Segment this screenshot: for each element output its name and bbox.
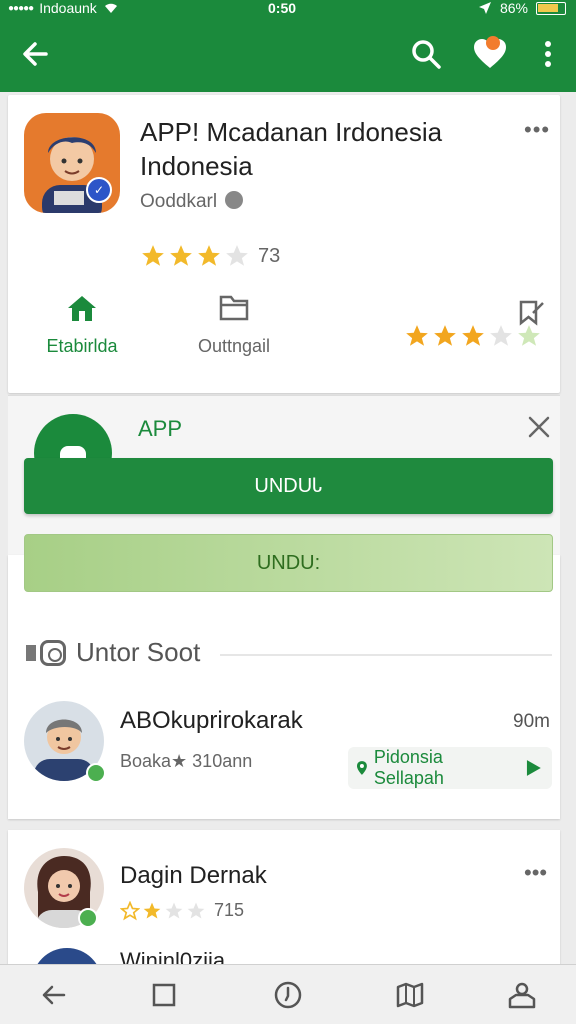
rating-count: 73: [258, 244, 281, 267]
favorite-heart-icon[interactable]: [470, 34, 510, 74]
star-empty-icon: [187, 902, 205, 918]
battery-icon: [536, 1, 566, 15]
user-rating-count: 715: [214, 900, 245, 920]
section-header: Untor Soot: [26, 637, 200, 668]
location-chip[interactable]: Pidonsia Sellapah: [348, 747, 552, 789]
location-pin-icon: [356, 761, 367, 775]
home-icon: [68, 296, 96, 321]
developer-name[interactable]: Ooddkarl: [140, 191, 244, 213]
user-name[interactable]: ABOkuprirokarak: [120, 707, 303, 735]
profile-icon[interactable]: [506, 979, 538, 1011]
section-title: Untor Soot: [76, 637, 201, 667]
star-empty-icon: [490, 325, 512, 346]
stat-home[interactable]: Etabirlda: [32, 293, 132, 357]
nearby-section-card: Untor Soot ABOkuprirokarak Boaka★ 310ann…: [8, 555, 560, 819]
app-info-card: ✓ APP! Mcadanan Irdonesia Indonesia ••• …: [8, 95, 560, 393]
folder-icon: [219, 295, 249, 321]
signal-icon: ●●●●●: [8, 2, 34, 14]
battery-percent: 86%: [499, 0, 528, 16]
back-arrow-icon[interactable]: [18, 36, 54, 72]
search-icon[interactable]: [408, 36, 444, 72]
developer-label: Ooddkarl: [140, 191, 218, 212]
wifi-icon: [104, 3, 117, 13]
camera-icon: [40, 639, 66, 666]
user-distance: 90m: [513, 711, 550, 732]
bullet-icon: [26, 644, 36, 661]
download-button[interactable]: UNDUᏓ: [24, 458, 553, 514]
location-arrow-icon: [478, 2, 491, 14]
user-card: Dagin Dernak 715 ••• Wininl0ziia: [8, 830, 560, 988]
star-filled-icon: [462, 325, 484, 346]
user-name[interactable]: Wininl0ziia: [120, 948, 225, 964]
star-filled-icon: [142, 245, 164, 266]
verified-badge-icon: ✓: [86, 177, 112, 203]
status-bar: ●●●●● Indoaunk 0:50 86%: [0, 0, 576, 16]
app-rating: 73: [140, 243, 280, 269]
verified-check-icon: [78, 908, 98, 928]
stat-home-label: Etabirlda: [46, 336, 118, 356]
back-icon[interactable]: [38, 979, 70, 1011]
star-outline-icon: [120, 900, 140, 920]
stat-rating[interactable]: [404, 293, 554, 349]
star-empty-icon: [226, 245, 248, 266]
app-title: APP! Mcadanan Irdonesia Indonesia: [140, 117, 443, 181]
chip-label: Pidonsia Sellapah: [373, 747, 444, 788]
star-filled-icon: [406, 325, 428, 346]
carrier-label: Indoaunk: [39, 0, 97, 16]
download-prompt-card: APP UNDUᏓ: [8, 395, 560, 555]
verified-check-icon: [86, 763, 106, 783]
bookmark-edit-icon: [519, 300, 544, 326]
app-bar: [0, 16, 576, 92]
notification-dot: [486, 36, 500, 50]
square-icon[interactable]: [148, 979, 180, 1011]
user-rating: 715: [120, 900, 244, 921]
section-divider: [220, 654, 552, 656]
overflow-menu-icon[interactable]: •••: [524, 117, 550, 143]
stat-folder[interactable]: Outtngail: [184, 293, 284, 357]
user-subtitle: Boaka★ 310ann: [120, 751, 253, 771]
stat-folder-label: Outtngail: [197, 336, 271, 356]
overflow-menu-icon[interactable]: •••: [524, 860, 547, 886]
user-name[interactable]: Dagin Dernak: [120, 862, 267, 890]
star-filled-icon: [434, 325, 456, 346]
close-icon[interactable]: [526, 414, 552, 440]
prompt-title: APP: [138, 416, 183, 441]
download-secondary-button[interactable]: UNDU:: [24, 534, 553, 592]
star-filled-icon: [198, 245, 220, 266]
more-vert-icon[interactable]: [536, 36, 560, 72]
star-empty-icon: [165, 902, 183, 918]
globe-icon: [225, 191, 244, 209]
star-filled-icon: [143, 902, 161, 918]
bottom-navigation: [0, 964, 576, 1024]
play-arrow-icon: [527, 760, 542, 776]
map-icon[interactable]: [394, 979, 426, 1011]
clock-time: 0:50: [268, 0, 297, 16]
clock-icon[interactable]: [272, 979, 304, 1011]
star-filled-icon: [170, 245, 192, 266]
